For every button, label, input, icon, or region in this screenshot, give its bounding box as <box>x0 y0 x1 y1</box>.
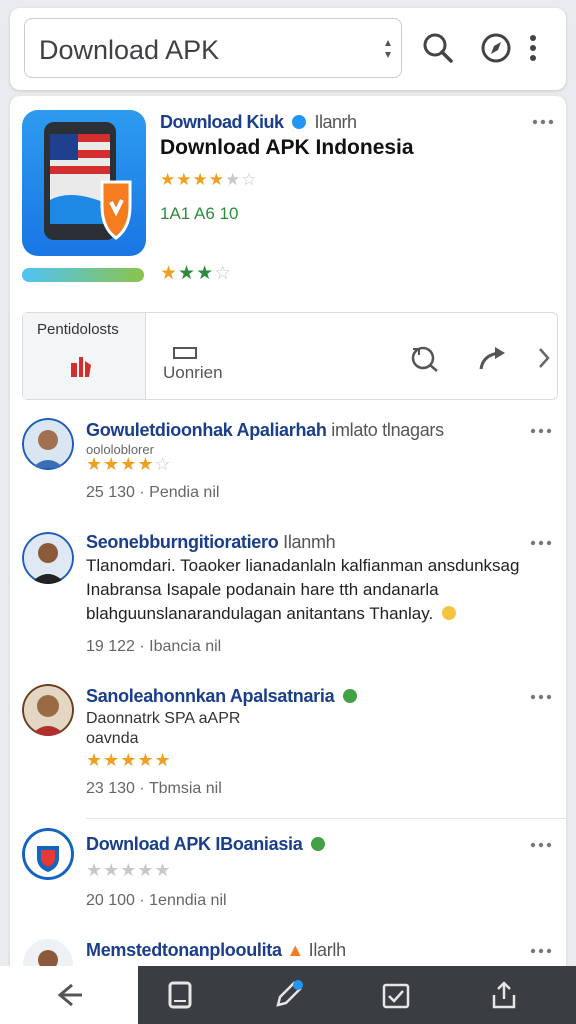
search-query: Download APK <box>39 35 220 65</box>
app-meta: 1A1 A6 10 <box>160 204 239 223</box>
phone-flag-icon <box>44 122 132 240</box>
window-icon <box>173 347 197 359</box>
download-progress-bar <box>22 268 144 282</box>
flame-icon: ▲ <box>286 940 304 960</box>
emoji-icon <box>441 606 456 620</box>
nav-back-area <box>0 966 138 1024</box>
action-left-panel[interactable]: Pentidolosts <box>23 313 146 399</box>
review-stars: ★★★★★ <box>86 750 172 770</box>
tablet-icon[interactable] <box>164 979 196 1011</box>
review-author[interactable]: Gowuletdioonhak Apaliarhah imlato tlnaga… <box>86 420 444 441</box>
action-bar: Pentidolosts Uonrien <box>22 312 558 400</box>
review-stars: ★★★★★ <box>86 860 172 880</box>
review-author[interactable]: Sanoleahonnkan Apalsatnaria <box>86 686 358 707</box>
shield-logo-icon <box>22 828 74 880</box>
review-meta: 25 130 · Pendia nil <box>86 484 220 501</box>
nav-actions-area <box>138 966 576 1024</box>
action-left-label: Pentidolosts <box>37 321 119 338</box>
review-more-icon[interactable] <box>530 694 552 700</box>
avatar[interactable] <box>22 418 74 470</box>
app-icon[interactable] <box>22 110 146 256</box>
review-text-line: Daonnatrk SPA aAPR <box>86 710 241 727</box>
verified-icon <box>292 115 307 129</box>
review-meta: 20 100 · 1enndia nil <box>86 892 227 909</box>
share-icon[interactable] <box>488 979 520 1011</box>
review-text-line: Tlanomdari. Toaoker lianadanlaln kalfian… <box>86 556 520 575</box>
review-more-icon[interactable] <box>530 428 552 434</box>
person-avatar-icon <box>22 532 74 584</box>
review-author[interactable]: Download APK IBoaniasia <box>86 834 326 855</box>
app-more-icon[interactable] <box>532 119 554 125</box>
verified-icon <box>343 689 358 703</box>
back-icon[interactable] <box>54 979 86 1011</box>
review-text-line: blahguunslanarandulagan anitantans Thanl… <box>86 604 456 624</box>
share-arrow-icon[interactable] <box>477 343 509 373</box>
compass-icon[interactable] <box>478 30 514 66</box>
bottom-navigation <box>0 966 576 1024</box>
review-text-line: Inabransa Isapale podanain hare tth anda… <box>86 580 439 599</box>
more-vert-icon[interactable] <box>526 30 540 66</box>
edit-icon[interactable] <box>272 979 304 1011</box>
divider <box>86 818 566 819</box>
checkbox-icon[interactable] <box>380 979 412 1011</box>
search-input[interactable]: Download APK <box>24 18 402 78</box>
review-stars: ★★★★☆ <box>86 454 172 474</box>
chevron-right-icon[interactable] <box>537 347 551 369</box>
hand-icon <box>71 357 91 377</box>
verified-icon <box>311 837 326 851</box>
mic-icon[interactable] <box>383 38 393 60</box>
app-developer[interactable]: Download Kiuk Ilanrh <box>160 112 357 133</box>
app-rating-stars: ★★★★★☆ <box>160 170 258 189</box>
search-icon[interactable] <box>420 30 456 66</box>
review-meta: 19 122 · Ibancia nil <box>86 638 222 655</box>
avatar[interactable] <box>22 684 74 736</box>
top-bar: Download APK <box>10 8 566 90</box>
person-avatar-icon <box>22 684 74 736</box>
review-more-icon[interactable] <box>530 948 552 954</box>
review-author[interactable]: Seonebburngitioratiero Ilanmh <box>86 532 336 553</box>
refresh-icon[interactable] <box>409 343 439 373</box>
app-title: Download APK Indonesia <box>160 136 414 159</box>
action-center-label: Uonrien <box>163 363 223 382</box>
review-more-icon[interactable] <box>530 842 552 848</box>
review-author[interactable]: Memstedtonanplooulita ▲ Ilarlh <box>86 940 346 961</box>
app-rating-stars-secondary: ★★★☆ <box>160 263 233 284</box>
review-text-line: oavnda <box>86 730 139 747</box>
avatar[interactable] <box>22 532 74 584</box>
review-meta: 23 130 · Tbmsia nil <box>86 780 222 797</box>
review-more-icon[interactable] <box>530 540 552 546</box>
person-avatar-icon <box>22 418 74 470</box>
avatar[interactable] <box>22 828 74 880</box>
results-card: Download Kiuk Ilanrh Download APK Indone… <box>10 96 566 976</box>
